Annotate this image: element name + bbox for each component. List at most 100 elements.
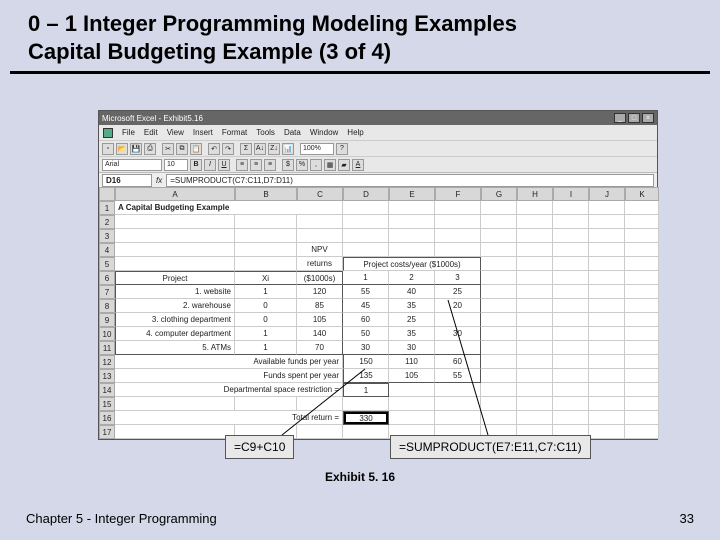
menu-data[interactable]: Data xyxy=(284,128,301,137)
row-5[interactable]: 5 xyxy=(99,257,115,271)
currency-icon[interactable]: $ xyxy=(282,159,294,171)
fill-color-icon[interactable]: ▰ xyxy=(338,159,350,171)
col-k[interactable]: K xyxy=(625,187,659,201)
cell-e7[interactable]: 40 xyxy=(389,285,435,299)
cell-a7[interactable]: 1. website xyxy=(115,285,235,299)
cell-d11[interactable]: 30 xyxy=(343,341,389,355)
row-7[interactable]: 7 xyxy=(99,285,115,299)
align-left-icon[interactable]: ≡ xyxy=(236,159,248,171)
cell-a12[interactable]: Available funds per year xyxy=(115,355,343,369)
menu-help[interactable]: Help xyxy=(347,128,363,137)
col-a[interactable]: A xyxy=(115,187,235,201)
new-icon[interactable]: ▫ xyxy=(102,143,114,155)
cell-a9[interactable]: 3. clothing department xyxy=(115,313,235,327)
save-icon[interactable]: 💾 xyxy=(130,143,142,155)
cell-d10[interactable]: 50 xyxy=(343,327,389,341)
row-14[interactable]: 14 xyxy=(99,383,115,397)
cell-e12[interactable]: 110 xyxy=(389,355,435,369)
font-size-select[interactable]: 10 xyxy=(164,159,188,171)
cell-f10[interactable]: 30 xyxy=(435,327,481,341)
cell-c4[interactable]: NPV xyxy=(297,243,343,257)
borders-icon[interactable]: ▦ xyxy=(324,159,336,171)
col-j[interactable]: J xyxy=(589,187,625,201)
name-box[interactable]: D16 xyxy=(102,174,152,187)
cell-e6[interactable]: 2 xyxy=(389,271,435,285)
cell-b7[interactable]: 1 xyxy=(235,285,297,299)
cell-d5-span[interactable]: Project costs/year ($1000s) xyxy=(343,257,481,271)
row-10[interactable]: 10 xyxy=(99,327,115,341)
cell-c9[interactable]: 105 xyxy=(297,313,343,327)
cell-f6[interactable]: 3 xyxy=(435,271,481,285)
open-icon[interactable]: 📂 xyxy=(116,143,128,155)
cell-d7[interactable]: 55 xyxy=(343,285,389,299)
align-center-icon[interactable]: ≡ xyxy=(250,159,262,171)
col-f[interactable]: F xyxy=(435,187,481,201)
cell-c8[interactable]: 85 xyxy=(297,299,343,313)
close-button[interactable]: × xyxy=(642,113,654,123)
cell-a13[interactable]: Funds spent per year xyxy=(115,369,343,383)
cell-f8[interactable]: 20 xyxy=(435,299,481,313)
cell-b10[interactable]: 1 xyxy=(235,327,297,341)
cell-a14[interactable]: Departmental space restriction = xyxy=(115,383,343,397)
row-13[interactable]: 13 xyxy=(99,369,115,383)
cell-b11[interactable]: 1 xyxy=(235,341,297,355)
col-d[interactable]: D xyxy=(343,187,389,201)
cell-e10[interactable]: 35 xyxy=(389,327,435,341)
row-6[interactable]: 6 xyxy=(99,271,115,285)
col-c[interactable]: C xyxy=(297,187,343,201)
col-h[interactable]: H xyxy=(517,187,553,201)
row-2[interactable]: 2 xyxy=(99,215,115,229)
menu-view[interactable]: View xyxy=(167,128,184,137)
cell-c5[interactable]: returns xyxy=(297,257,343,271)
help-icon[interactable]: ? xyxy=(336,143,348,155)
undo-icon[interactable]: ↶ xyxy=(208,143,220,155)
cell-f9[interactable] xyxy=(435,313,481,327)
cell-a1[interactable]: A Capital Budgeting Example xyxy=(115,201,343,215)
sort-desc-icon[interactable]: Z↓ xyxy=(268,143,280,155)
cell-d6[interactable]: 1 xyxy=(343,271,389,285)
select-all[interactable] xyxy=(99,187,115,201)
align-right-icon[interactable]: ≡ xyxy=(264,159,276,171)
cell-e8[interactable]: 35 xyxy=(389,299,435,313)
cell-c10[interactable]: 140 xyxy=(297,327,343,341)
cut-icon[interactable]: ✂ xyxy=(162,143,174,155)
cell-d16[interactable]: 330 xyxy=(343,411,389,425)
fx-icon[interactable]: fx xyxy=(152,176,166,185)
cell-b6[interactable]: Xi xyxy=(235,271,297,285)
row-8[interactable]: 8 xyxy=(99,299,115,313)
col-e[interactable]: E xyxy=(389,187,435,201)
italic-icon[interactable]: I xyxy=(204,159,216,171)
row-3[interactable]: 3 xyxy=(99,229,115,243)
autosum-icon[interactable]: Σ xyxy=(240,143,252,155)
cell-d12[interactable]: 150 xyxy=(343,355,389,369)
menu-insert[interactable]: Insert xyxy=(193,128,213,137)
cell-a10[interactable]: 4. computer department xyxy=(115,327,235,341)
redo-icon[interactable]: ↷ xyxy=(222,143,234,155)
cell-d14[interactable]: 1 xyxy=(343,383,389,397)
menu-edit[interactable]: Edit xyxy=(144,128,158,137)
cell-e13[interactable]: 105 xyxy=(389,369,435,383)
formula-bar[interactable]: =SUMPRODUCT(C7:C11,D7:D11) xyxy=(166,174,654,187)
cell-a6[interactable]: Project xyxy=(115,271,235,285)
row-4[interactable]: 4 xyxy=(99,243,115,257)
cell-e9[interactable]: 25 xyxy=(389,313,435,327)
bold-icon[interactable]: B xyxy=(190,159,202,171)
cell-f11[interactable] xyxy=(435,341,481,355)
comma-icon[interactable]: , xyxy=(310,159,322,171)
row-16[interactable]: 16 xyxy=(99,411,115,425)
font-select[interactable]: Arial xyxy=(102,159,162,171)
menu-format[interactable]: Format xyxy=(222,128,247,137)
row-15[interactable]: 15 xyxy=(99,397,115,411)
print-icon[interactable]: ⎙ xyxy=(144,143,156,155)
cell-d13[interactable]: 135 xyxy=(343,369,389,383)
row-12[interactable]: 12 xyxy=(99,355,115,369)
cell-b8[interactable]: 0 xyxy=(235,299,297,313)
cell-a8[interactable]: 2. warehouse xyxy=(115,299,235,313)
cell-f7[interactable]: 25 xyxy=(435,285,481,299)
copy-icon[interactable]: ⧉ xyxy=(176,143,188,155)
percent-icon[interactable]: % xyxy=(296,159,308,171)
menu-tools[interactable]: Tools xyxy=(256,128,275,137)
menu-file[interactable]: File xyxy=(122,128,135,137)
cell-d8[interactable]: 45 xyxy=(343,299,389,313)
cell-c11[interactable]: 70 xyxy=(297,341,343,355)
